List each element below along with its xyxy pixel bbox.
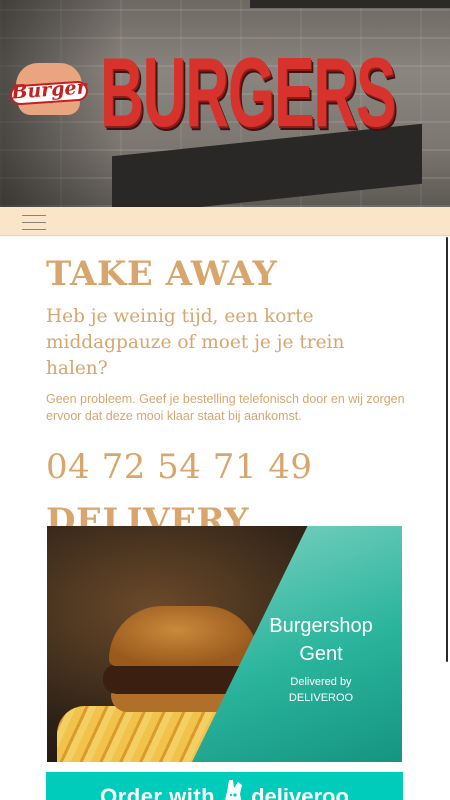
scrollbar[interactable]: [446, 237, 448, 662]
promo-subtitle: Delivered by DELIVEROO: [246, 674, 396, 706]
order-with-deliveroo-button[interactable]: Order with deliveroo: [46, 772, 403, 800]
hamburger-menu-icon[interactable]: [22, 212, 48, 232]
main-content: TAKE AWAY Heb je weinig tijd, een korte …: [46, 250, 406, 545]
promo-delivered-by: Delivered by: [290, 676, 352, 688]
menu-line: [22, 215, 46, 216]
hero-ceiling: [250, 0, 450, 8]
navigation-bar: [0, 207, 450, 236]
burgers-sign: BURGERS: [100, 37, 396, 147]
bun-top-illustration: [109, 606, 259, 666]
menu-line: [22, 222, 46, 223]
takeaway-heading: TAKE AWAY: [46, 254, 278, 294]
delivery-promo-image: Burgershop Gent Delivered by DELIVEROO: [47, 526, 402, 762]
deliveroo-brand-text: deliveroo: [251, 784, 349, 800]
order-with-text: Order with: [100, 784, 216, 800]
phone-number-link[interactable]: 04 72 54 71 49: [46, 441, 406, 493]
site-logo[interactable]: Burger: [9, 63, 89, 117]
menu-line: [22, 229, 46, 230]
promo-brand: DELIVEROO: [288, 692, 354, 704]
takeaway-lead: Heb je weinig tijd, een korte middagpauz…: [46, 306, 345, 379]
deliveroo-kangaroo-icon: [223, 780, 243, 800]
takeaway-body: Geen probleem. Geef je bestelling telefo…: [46, 392, 405, 423]
promo-title: Burgershop Gent: [269, 615, 373, 665]
